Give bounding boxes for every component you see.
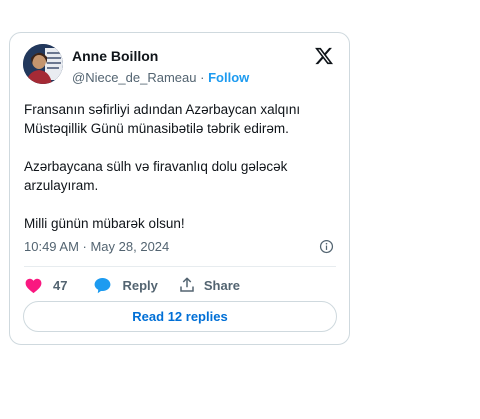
- divider: [24, 266, 336, 267]
- action-bar: 47 Reply Share: [24, 275, 240, 295]
- reply-button[interactable]: Reply: [93, 276, 177, 295]
- author-meta: @Niece_de_Rameau · Follow: [72, 70, 249, 85]
- reply-label: Reply: [122, 277, 158, 293]
- follow-link[interactable]: Follow: [208, 70, 249, 85]
- tweet-paragraph: Azərbaycana sülh və firavanlıq dolu gələ…: [24, 159, 288, 193]
- read-replies-label: Read 12 replies: [132, 309, 228, 324]
- read-replies-button[interactable]: Read 12 replies: [23, 301, 337, 332]
- tweet-paragraph: Milli günün mübarək olsun!: [24, 216, 185, 231]
- info-icon[interactable]: [319, 239, 334, 254]
- author-avatar[interactable]: [23, 44, 63, 84]
- tweet-timestamp[interactable]: 10:49 AM · May 28, 2024: [24, 239, 169, 254]
- share-upload-icon: [180, 277, 194, 292]
- like-button[interactable]: 47: [24, 276, 93, 295]
- speech-bubble-icon: [95, 277, 111, 293]
- heart-icon: [25, 278, 42, 293]
- tweet-text: Fransanın səfirliyi adından Azərbaycan x…: [24, 100, 342, 252]
- author-handle[interactable]: @Niece_de_Rameau: [72, 70, 197, 85]
- tweet-card: Anne Boillon @Niece_de_Rameau · Follow F…: [9, 32, 350, 345]
- tweet-paragraph: Fransanın səfirliyi adından Azərbaycan x…: [24, 102, 301, 136]
- x-logo-icon[interactable]: [314, 46, 334, 66]
- like-count: 47: [53, 277, 68, 293]
- meta-separator: ·: [200, 70, 205, 85]
- avatar-photo: [23, 44, 63, 84]
- author-name[interactable]: Anne Boillon: [72, 48, 158, 64]
- share-label: Share: [203, 277, 241, 293]
- share-button[interactable]: Share: [178, 276, 240, 294]
